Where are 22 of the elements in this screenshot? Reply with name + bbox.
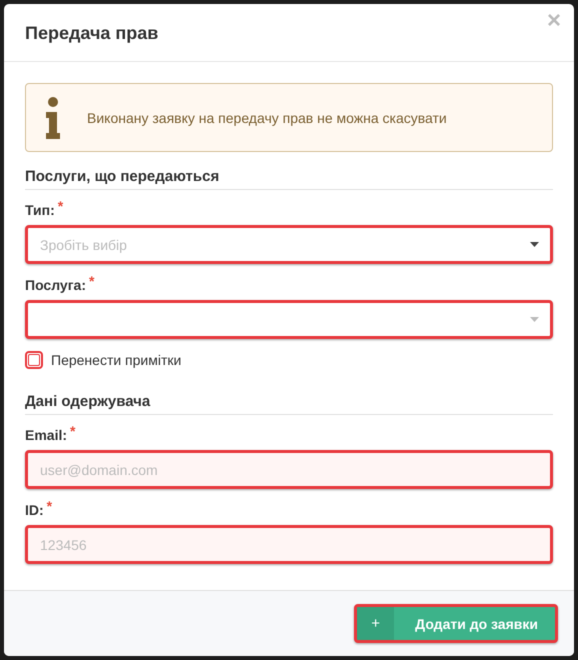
add-to-request-button[interactable]: + Додати до заявки	[354, 604, 558, 643]
required-mark: *	[89, 273, 94, 289]
caret-icon	[530, 242, 539, 247]
close-button[interactable]: ×	[546, 9, 561, 33]
caret-icon	[530, 317, 539, 322]
select-field[interactable]: Зробіть вибір	[25, 225, 553, 264]
checkbox-label[interactable]: Перенести примітки	[51, 352, 182, 368]
section-heading: Дані одержувача	[25, 393, 553, 415]
required-mark: *	[70, 423, 76, 439]
required-mark: *	[58, 198, 64, 214]
dialog-title: Передача прав	[25, 22, 158, 44]
field-label: ID:	[25, 502, 44, 518]
checkbox[interactable]	[28, 354, 40, 366]
input-field[interactable]: 123456	[25, 525, 553, 564]
input-field[interactable]: user@domain.com	[25, 450, 553, 489]
info-icon	[45, 96, 61, 138]
alert-message: Виконану заявку на передачу прав не можна скасувати	[87, 110, 447, 126]
field-label: Email:	[25, 427, 68, 443]
field-label: Послуга:	[25, 277, 86, 293]
required-mark: *	[46, 498, 52, 514]
section-heading: Послуги, що передаються	[25, 168, 553, 190]
field-label: Тип:	[25, 202, 55, 218]
